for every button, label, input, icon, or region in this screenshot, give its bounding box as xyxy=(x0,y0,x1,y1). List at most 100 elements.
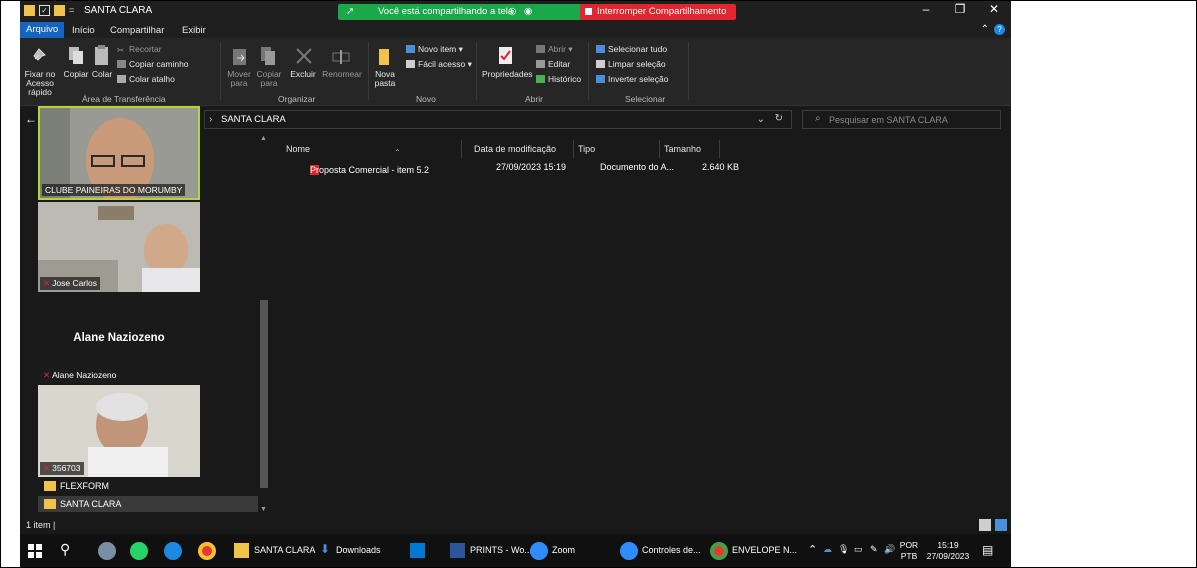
properties-icon[interactable]: ✓ xyxy=(39,5,50,16)
edge-icon[interactable] xyxy=(164,542,182,560)
rename-button[interactable]: Renomear xyxy=(320,70,364,79)
large-icons-view-icon[interactable] xyxy=(995,519,1007,531)
column-header-type[interactable]: Tipo xyxy=(574,140,660,158)
copy-path-button[interactable]: Copiar caminho xyxy=(117,59,189,69)
search-icon: ⌕ xyxy=(815,113,821,124)
scissors-icon: ✂ xyxy=(117,45,125,55)
pin-quick-access-button[interactable]: Fixar no Acesso rápido xyxy=(22,70,58,97)
details-view-icon[interactable] xyxy=(979,519,991,531)
volume-icon[interactable]: 🔊 xyxy=(884,544,895,555)
easy-access-icon xyxy=(406,60,415,68)
cut-button[interactable]: ✂ Recortar xyxy=(117,44,162,55)
outlook-icon[interactable] xyxy=(410,543,425,558)
file-row[interactable]: Proposta Comercial - item 5.2 27/09/2023… xyxy=(282,159,739,175)
tab-exibir[interactable]: Exibir xyxy=(182,25,206,36)
microphone-icon[interactable]: 🎙 xyxy=(838,544,849,555)
open-button[interactable]: Abrir ▾ xyxy=(536,44,573,55)
copy-button[interactable]: Copiar xyxy=(62,70,90,79)
search-placeholder[interactable]: Pesquisar em SANTA CLARA xyxy=(829,115,948,125)
delete-button[interactable]: Excluir xyxy=(288,70,318,79)
new-folder-button[interactable]: Nova pasta xyxy=(372,70,398,88)
network-icon[interactable]: ▭ xyxy=(854,544,863,555)
column-header-name[interactable]: Nome ⌃ xyxy=(282,140,462,158)
pause-icon[interactable]: ◎ xyxy=(508,6,516,17)
paste-shortcut-icon xyxy=(117,75,126,83)
app-icon[interactable] xyxy=(98,542,116,560)
pen-icon[interactable]: ✎ xyxy=(870,544,878,555)
video-tile[interactable]: CLUBE PAINEIRAS DO MORUMBY xyxy=(38,106,200,200)
tab-arquivo[interactable]: Arquivo xyxy=(20,22,65,38)
nav-scrollbar[interactable]: ▲ ▼ xyxy=(258,132,270,516)
taskbar-app-zoom[interactable]: Zoom xyxy=(552,545,575,555)
tab-compartilhar[interactable]: Compartilhar xyxy=(110,25,164,36)
language-indicator[interactable]: POR PTB xyxy=(898,540,920,562)
chevron-up-icon[interactable]: ⌃ xyxy=(808,543,817,556)
video-tile[interactable]: ✕ 356703 xyxy=(38,385,200,477)
cut-label: Recortar xyxy=(129,44,162,54)
scroll-thumb[interactable] xyxy=(260,300,268,488)
address-path[interactable]: SANTA CLARA xyxy=(221,114,286,125)
close-button[interactable]: ✕ xyxy=(977,2,1011,16)
windows-start-icon[interactable] xyxy=(28,544,42,558)
easy-access-button[interactable]: Fácil acesso ▾ xyxy=(406,59,472,70)
edit-button[interactable]: Editar xyxy=(536,59,570,69)
participant-name: ✕ 356703 xyxy=(40,462,84,475)
title-bar: ✓ = SANTA CLARA ➚ Você está compartilhan… xyxy=(20,0,1011,22)
search-icon[interactable]: ⚲ xyxy=(60,541,70,558)
scroll-down-icon[interactable]: ▼ xyxy=(260,506,267,513)
refresh-icon[interactable]: ↻ xyxy=(775,113,783,124)
invert-selection-button[interactable]: Inverter seleção xyxy=(596,74,668,84)
ribbon-collapse-icon[interactable]: ⌃ xyxy=(981,24,989,35)
history-label: Histórico xyxy=(548,74,582,84)
new-item-button[interactable]: Novo item ▾ xyxy=(406,44,463,55)
stop-sharing-button[interactable]: Interromper Compartilhamento xyxy=(580,4,736,20)
clock[interactable]: 15:19 27/09/2023 xyxy=(924,540,972,562)
taskbar-app-zoom-controls[interactable]: Controles de... xyxy=(642,545,701,555)
copy-to-button[interactable]: Copiar para xyxy=(255,70,283,88)
participant-name-text: Jose Carlos xyxy=(52,278,98,288)
ribbon-tabs: Arquivo Início Compartilhar Exibir ⌃ ? xyxy=(20,22,1011,38)
stop-sharing-label: Interromper Compartilhamento xyxy=(597,6,727,17)
whatsapp-icon[interactable] xyxy=(130,542,148,560)
nav-item-flexform[interactable]: FLEXFORM xyxy=(38,478,258,494)
invert-selection-label: Inverter seleção xyxy=(608,74,669,84)
quick-access-dropdown[interactable]: = xyxy=(69,5,74,16)
nav-item-santa-clara[interactable]: SANTA CLARA xyxy=(38,496,258,512)
taskbar-app-word[interactable]: PRINTS - Wo... xyxy=(470,545,532,555)
notifications-icon[interactable]: ▤ xyxy=(982,543,993,557)
maximize-button[interactable]: ❐ xyxy=(943,2,977,16)
video-tile[interactable]: Alane Naziozeno ✕ Alane Naziozeno xyxy=(38,292,200,384)
back-arrow-icon[interactable]: ← xyxy=(25,112,37,126)
navigation-pane: CLUBE PAINEIRAS DO MORUMBY ✕ Jose Carlos … xyxy=(20,106,270,516)
column-header-size[interactable]: Tamanho xyxy=(660,140,720,158)
help-icon[interactable]: ? xyxy=(994,24,1005,35)
taskbar-app-explorer[interactable]: SANTA CLARA xyxy=(254,545,315,555)
taskbar-app-downloads[interactable]: Downloads xyxy=(336,545,381,555)
paste-shortcut-button[interactable]: Colar atalho xyxy=(117,74,175,84)
tab-inicio[interactable]: Início xyxy=(72,25,95,36)
address-bar[interactable]: › SANTA CLARA ⌄ ↻ xyxy=(204,110,792,129)
properties-button[interactable]: Propriedades xyxy=(482,70,533,79)
select-all-button[interactable]: Selecionar tudo xyxy=(596,44,667,54)
ribbon-separator xyxy=(220,42,221,100)
search-box[interactable]: ⌕ Pesquisar em SANTA CLARA xyxy=(802,110,1001,129)
taskbar-app-chrome[interactable]: ENVELOPE N... xyxy=(732,545,797,555)
stop-icon xyxy=(585,8,592,15)
scroll-up-icon[interactable]: ▲ xyxy=(260,135,267,142)
share-banner[interactable]: ➚ Você está compartilhando a tela ◎ ◉ xyxy=(338,4,590,20)
history-button[interactable]: Histórico xyxy=(536,74,581,84)
video-tile[interactable]: ✕ Jose Carlos xyxy=(38,202,200,292)
minimize-button[interactable]: – xyxy=(909,2,943,16)
onedrive-icon[interactable]: ☁ xyxy=(823,544,832,555)
column-header-date[interactable]: Data de modificação xyxy=(470,140,574,158)
move-to-button[interactable]: Mover para xyxy=(225,70,253,88)
select-none-button[interactable]: Limpar seleção xyxy=(596,59,666,69)
chevron-down-icon[interactable]: ⌄ xyxy=(757,114,765,125)
shield-icon[interactable]: ◉ xyxy=(524,6,532,17)
paste-shortcut-label: Colar atalho xyxy=(129,74,175,84)
paste-button[interactable]: Colar xyxy=(90,70,114,79)
ribbon-separator xyxy=(688,42,689,100)
select-all-label: Selecionar tudo xyxy=(608,44,668,54)
new-folder-icon[interactable] xyxy=(54,5,65,16)
chrome-icon[interactable] xyxy=(198,542,216,560)
